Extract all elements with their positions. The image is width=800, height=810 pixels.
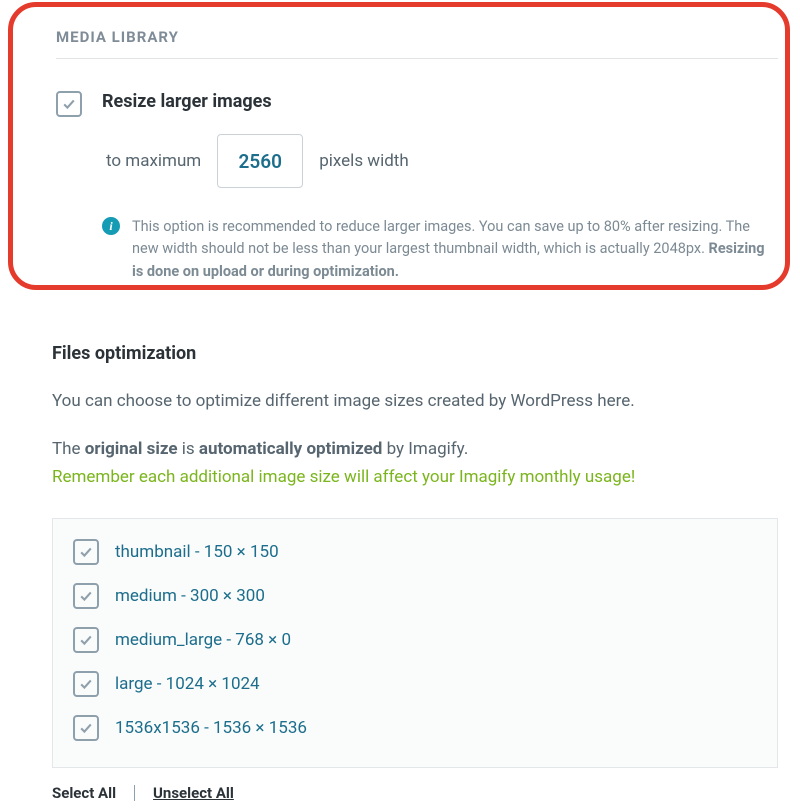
max-width-row: to maximum pixels width <box>106 134 778 188</box>
resize-checkbox[interactable] <box>56 91 82 117</box>
size-label: medium_large - 768 × 0 <box>115 630 291 650</box>
settings-panel: MEDIA LIBRARY Resize larger images to ma… <box>0 0 800 802</box>
size-item[interactable]: thumbnail - 150 × 150 <box>73 539 757 565</box>
size-item[interactable]: medium - 300 × 300 <box>73 583 757 609</box>
size-label: 1536x1536 - 1536 × 1536 <box>115 718 307 738</box>
check-icon <box>61 96 77 112</box>
size-checkbox[interactable] <box>73 627 99 653</box>
resize-option: Resize larger images to maximum pixels w… <box>56 91 778 283</box>
files-opt-desc: You can choose to optimize different ima… <box>52 388 778 415</box>
size-checkbox[interactable] <box>73 715 99 741</box>
files-opt-line2: The original size is automatically optim… <box>52 436 778 463</box>
info-text: This option is recommended to reduce lar… <box>132 216 778 283</box>
select-actions: Select All Unselect All <box>52 784 778 802</box>
actions-divider <box>134 785 135 801</box>
size-checkbox[interactable] <box>73 583 99 609</box>
sizes-list: thumbnail - 150 × 150 medium - 300 × 300 m… <box>52 518 778 768</box>
size-checkbox[interactable] <box>73 671 99 697</box>
size-item[interactable]: 1536x1536 - 1536 × 1536 <box>73 715 757 741</box>
resize-body: Resize larger images to maximum pixels w… <box>102 91 778 283</box>
to-maximum-label: to maximum <box>106 151 201 171</box>
check-icon <box>78 720 94 736</box>
usage-warning: Remember each additional image size will… <box>52 465 778 491</box>
pixels-width-label: pixels width <box>319 151 409 171</box>
unselect-all-link[interactable]: Unselect All <box>153 784 234 802</box>
divider <box>56 58 778 59</box>
size-item[interactable]: large - 1024 × 1024 <box>73 671 757 697</box>
size-label: thumbnail - 150 × 150 <box>115 542 279 562</box>
resize-title: Resize larger images <box>102 91 778 112</box>
check-icon <box>78 632 94 648</box>
size-label: medium - 300 × 300 <box>115 586 265 606</box>
select-all-link[interactable]: Select All <box>52 784 116 802</box>
info-icon: i <box>102 217 120 235</box>
files-opt-title: Files optimization <box>52 343 778 364</box>
size-label: large - 1024 × 1024 <box>115 674 260 694</box>
check-icon <box>78 588 94 604</box>
files-optimization-section: Files optimization You can choose to opt… <box>52 343 778 802</box>
info-row: i This option is recommended to reduce l… <box>102 216 778 283</box>
size-checkbox[interactable] <box>73 539 99 565</box>
section-heading: MEDIA LIBRARY <box>56 28 778 46</box>
size-item[interactable]: medium_large - 768 × 0 <box>73 627 757 653</box>
max-width-input[interactable] <box>217 134 303 188</box>
check-icon <box>78 676 94 692</box>
check-icon <box>78 544 94 560</box>
